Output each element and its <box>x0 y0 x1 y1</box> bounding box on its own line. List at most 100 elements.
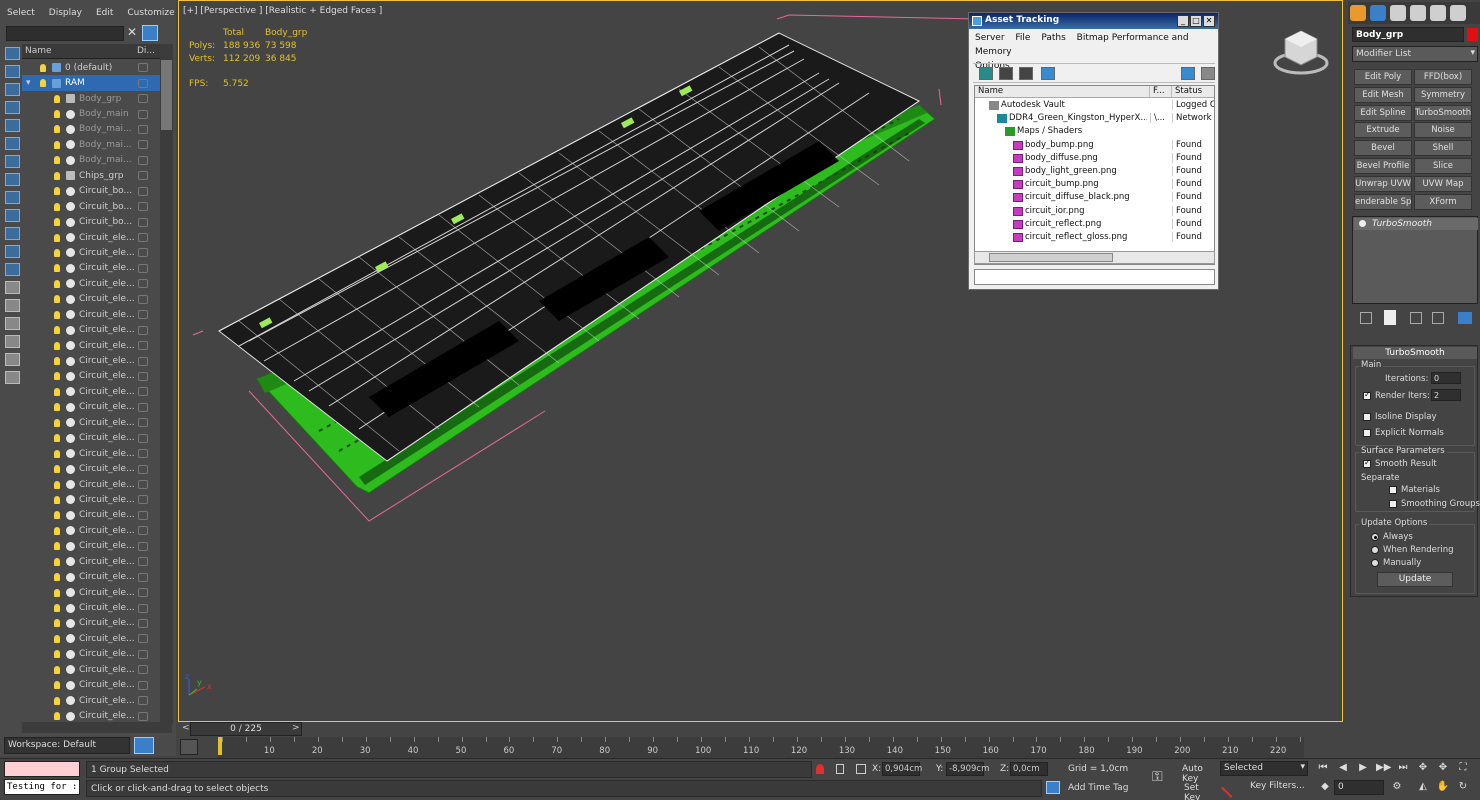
create-tab-icon[interactable] <box>1350 5 1366 21</box>
display-invert-icon[interactable] <box>5 83 20 96</box>
prev-frame-icon[interactable]: < <box>182 723 190 733</box>
asset-row[interactable]: body_bump.png Found <box>975 139 1214 152</box>
menu-paths[interactable]: Paths <box>1041 33 1065 43</box>
zoom-icon[interactable]: ✥ <box>1416 761 1430 774</box>
menu-display[interactable]: Display <box>42 4 89 24</box>
visibility-bulb-icon[interactable] <box>54 295 60 304</box>
visibility-bulb-icon[interactable] <box>54 279 60 288</box>
visibility-bulb-icon[interactable] <box>54 495 60 504</box>
visibility-bulb-icon[interactable] <box>54 557 60 566</box>
auto-key-button[interactable]: Auto Key <box>1180 762 1220 784</box>
field-of-view-icon[interactable]: ◭ <box>1416 780 1430 793</box>
z-coordinate[interactable]: 0,0cm <box>1010 762 1048 776</box>
explorer-vertical-scrollbar[interactable] <box>160 44 173 724</box>
modifier-button[interactable]: Unwrap UVW <box>1354 175 1412 192</box>
visibility-bulb-icon[interactable] <box>54 326 60 335</box>
clear-search-icon[interactable]: ✕ <box>127 25 137 39</box>
show-end-result-icon[interactable] <box>1384 310 1396 325</box>
default-tangents-icon[interactable] <box>1221 778 1241 798</box>
display-frozen-icon[interactable] <box>5 281 20 294</box>
always-radio[interactable] <box>1371 533 1379 541</box>
freeze-icon[interactable] <box>138 78 148 88</box>
visibility-bulb-icon[interactable] <box>54 480 60 489</box>
object-color-swatch[interactable] <box>1467 28 1478 41</box>
scene-tree-item[interactable]: Circuit_ele... <box>22 261 160 276</box>
display-xrefs-icon[interactable] <box>5 227 20 240</box>
freeze-icon[interactable] <box>138 495 148 505</box>
display-shapes-icon[interactable] <box>5 119 20 132</box>
visibility-bulb-icon[interactable] <box>40 79 46 88</box>
asset-row[interactable]: DDR4_Green_Kingston_HyperX... \... Network… <box>975 112 1214 125</box>
col-name[interactable]: Name <box>975 86 1150 97</box>
freeze-icon[interactable] <box>138 140 148 150</box>
scene-tree-item[interactable]: Circuit_ele... <box>22 708 160 722</box>
scene-tree-item[interactable]: Body_main <box>22 106 160 121</box>
display-warps-icon[interactable] <box>5 191 20 204</box>
visibility-bulb-icon[interactable] <box>54 140 60 149</box>
explorer-scroll-thumb[interactable] <box>161 60 172 130</box>
visibility-bulb-icon[interactable] <box>54 573 60 582</box>
utilities-tab-icon[interactable] <box>1450 5 1466 21</box>
previous-key-icon[interactable]: ◀ <box>1336 761 1350 774</box>
scene-tree-item[interactable]: ▾ RAM <box>22 75 160 91</box>
asset-row[interactable]: circuit_diffuse_black.png Found <box>975 191 1214 204</box>
menu-bitmap-performance[interactable]: Bitmap Performance and Memory <box>975 33 1189 57</box>
visibility-bulb-icon[interactable] <box>54 650 60 659</box>
column-name[interactable]: Name <box>22 44 134 58</box>
freeze-icon[interactable] <box>138 449 148 459</box>
track-bar[interactable]: 10 20 30 40 50 60 70 80 90 100 110 120 130 140 150 160 1… <box>218 737 1304 759</box>
scene-tree-item[interactable]: Circuit_ele... <box>22 662 160 677</box>
asset-row[interactable]: circuit_reflect_gloss.png Found <box>975 231 1214 244</box>
visibility-bulb-icon[interactable] <box>54 511 60 520</box>
scene-tree-item[interactable]: Body_mai... <box>22 137 160 152</box>
freeze-icon[interactable] <box>138 541 148 551</box>
asset-row[interactable]: body_light_green.png Found <box>975 165 1214 178</box>
viewcube-icon[interactable] <box>1273 27 1329 77</box>
help-icon[interactable] <box>1181 67 1195 80</box>
update-button[interactable]: Update <box>1377 572 1453 587</box>
render-iters-spinner[interactable]: 2 <box>1431 389 1461 401</box>
visibility-bulb-icon[interactable] <box>40 63 46 72</box>
visibility-bulb-icon[interactable] <box>54 712 60 721</box>
freeze-icon[interactable] <box>138 603 148 613</box>
modifier-button[interactable]: Edit Mesh <box>1354 86 1412 103</box>
freeze-icon[interactable] <box>138 63 148 73</box>
rollout-title[interactable]: TurboSmooth <box>1353 347 1477 359</box>
visibility-bulb-icon[interactable] <box>54 372 60 381</box>
freeze-icon[interactable] <box>138 248 148 258</box>
freeze-icon[interactable] <box>138 387 148 397</box>
visibility-bulb-icon[interactable] <box>54 418 60 427</box>
key-filters-button[interactable]: Key Filters... <box>1246 779 1312 795</box>
scene-tree-item[interactable]: Circuit_ele... <box>22 569 160 584</box>
hierarchy-icon[interactable] <box>5 353 20 366</box>
freeze-icon[interactable] <box>138 649 148 659</box>
freeze-icon[interactable] <box>138 310 148 320</box>
scene-tree-item[interactable]: Circuit_ele... <box>22 523 160 538</box>
scene-tree-item[interactable]: Circuit_ele... <box>22 647 160 662</box>
display-helpers-icon[interactable] <box>5 173 20 186</box>
isolate-selection-icon[interactable] <box>816 764 824 774</box>
time-slider[interactable]: 0 / 225 <box>190 722 302 736</box>
scene-tree-item[interactable]: Circuit_bo... <box>22 184 160 199</box>
hierarchy-tab-icon[interactable] <box>1390 5 1406 21</box>
freeze-icon[interactable] <box>138 634 148 644</box>
zoom-extents-icon[interactable]: ⛶ <box>1456 761 1470 774</box>
column-display[interactable]: Di... <box>134 44 158 58</box>
freeze-icon[interactable] <box>138 233 148 243</box>
time-configuration-icon[interactable]: ⚙ <box>1390 780 1404 793</box>
display-geometry-icon[interactable] <box>5 101 20 114</box>
modifier-button[interactable]: Slice <box>1414 158 1472 174</box>
scene-tree-item[interactable]: Circuit_ele... <box>22 230 160 245</box>
configure-sets-icon[interactable] <box>1458 312 1472 324</box>
freeze-icon[interactable] <box>138 510 148 520</box>
scene-tree-item[interactable]: Circuit_ele... <box>22 431 160 446</box>
key-set-dropdown[interactable]: Selected ▾ <box>1220 761 1308 776</box>
explorer-search-input[interactable] <box>6 26 124 41</box>
x-coordinate[interactable]: 0,904cm <box>882 762 922 776</box>
modifier-button[interactable]: UVW Map <box>1414 175 1472 192</box>
selection-lock-icon[interactable] <box>836 764 844 774</box>
maximize-button[interactable]: □ <box>1190 15 1202 27</box>
asset-path-field[interactable] <box>974 269 1215 285</box>
scene-tree-item[interactable]: Chips_grp <box>22 168 160 183</box>
visibility-bulb-icon[interactable] <box>54 94 60 103</box>
